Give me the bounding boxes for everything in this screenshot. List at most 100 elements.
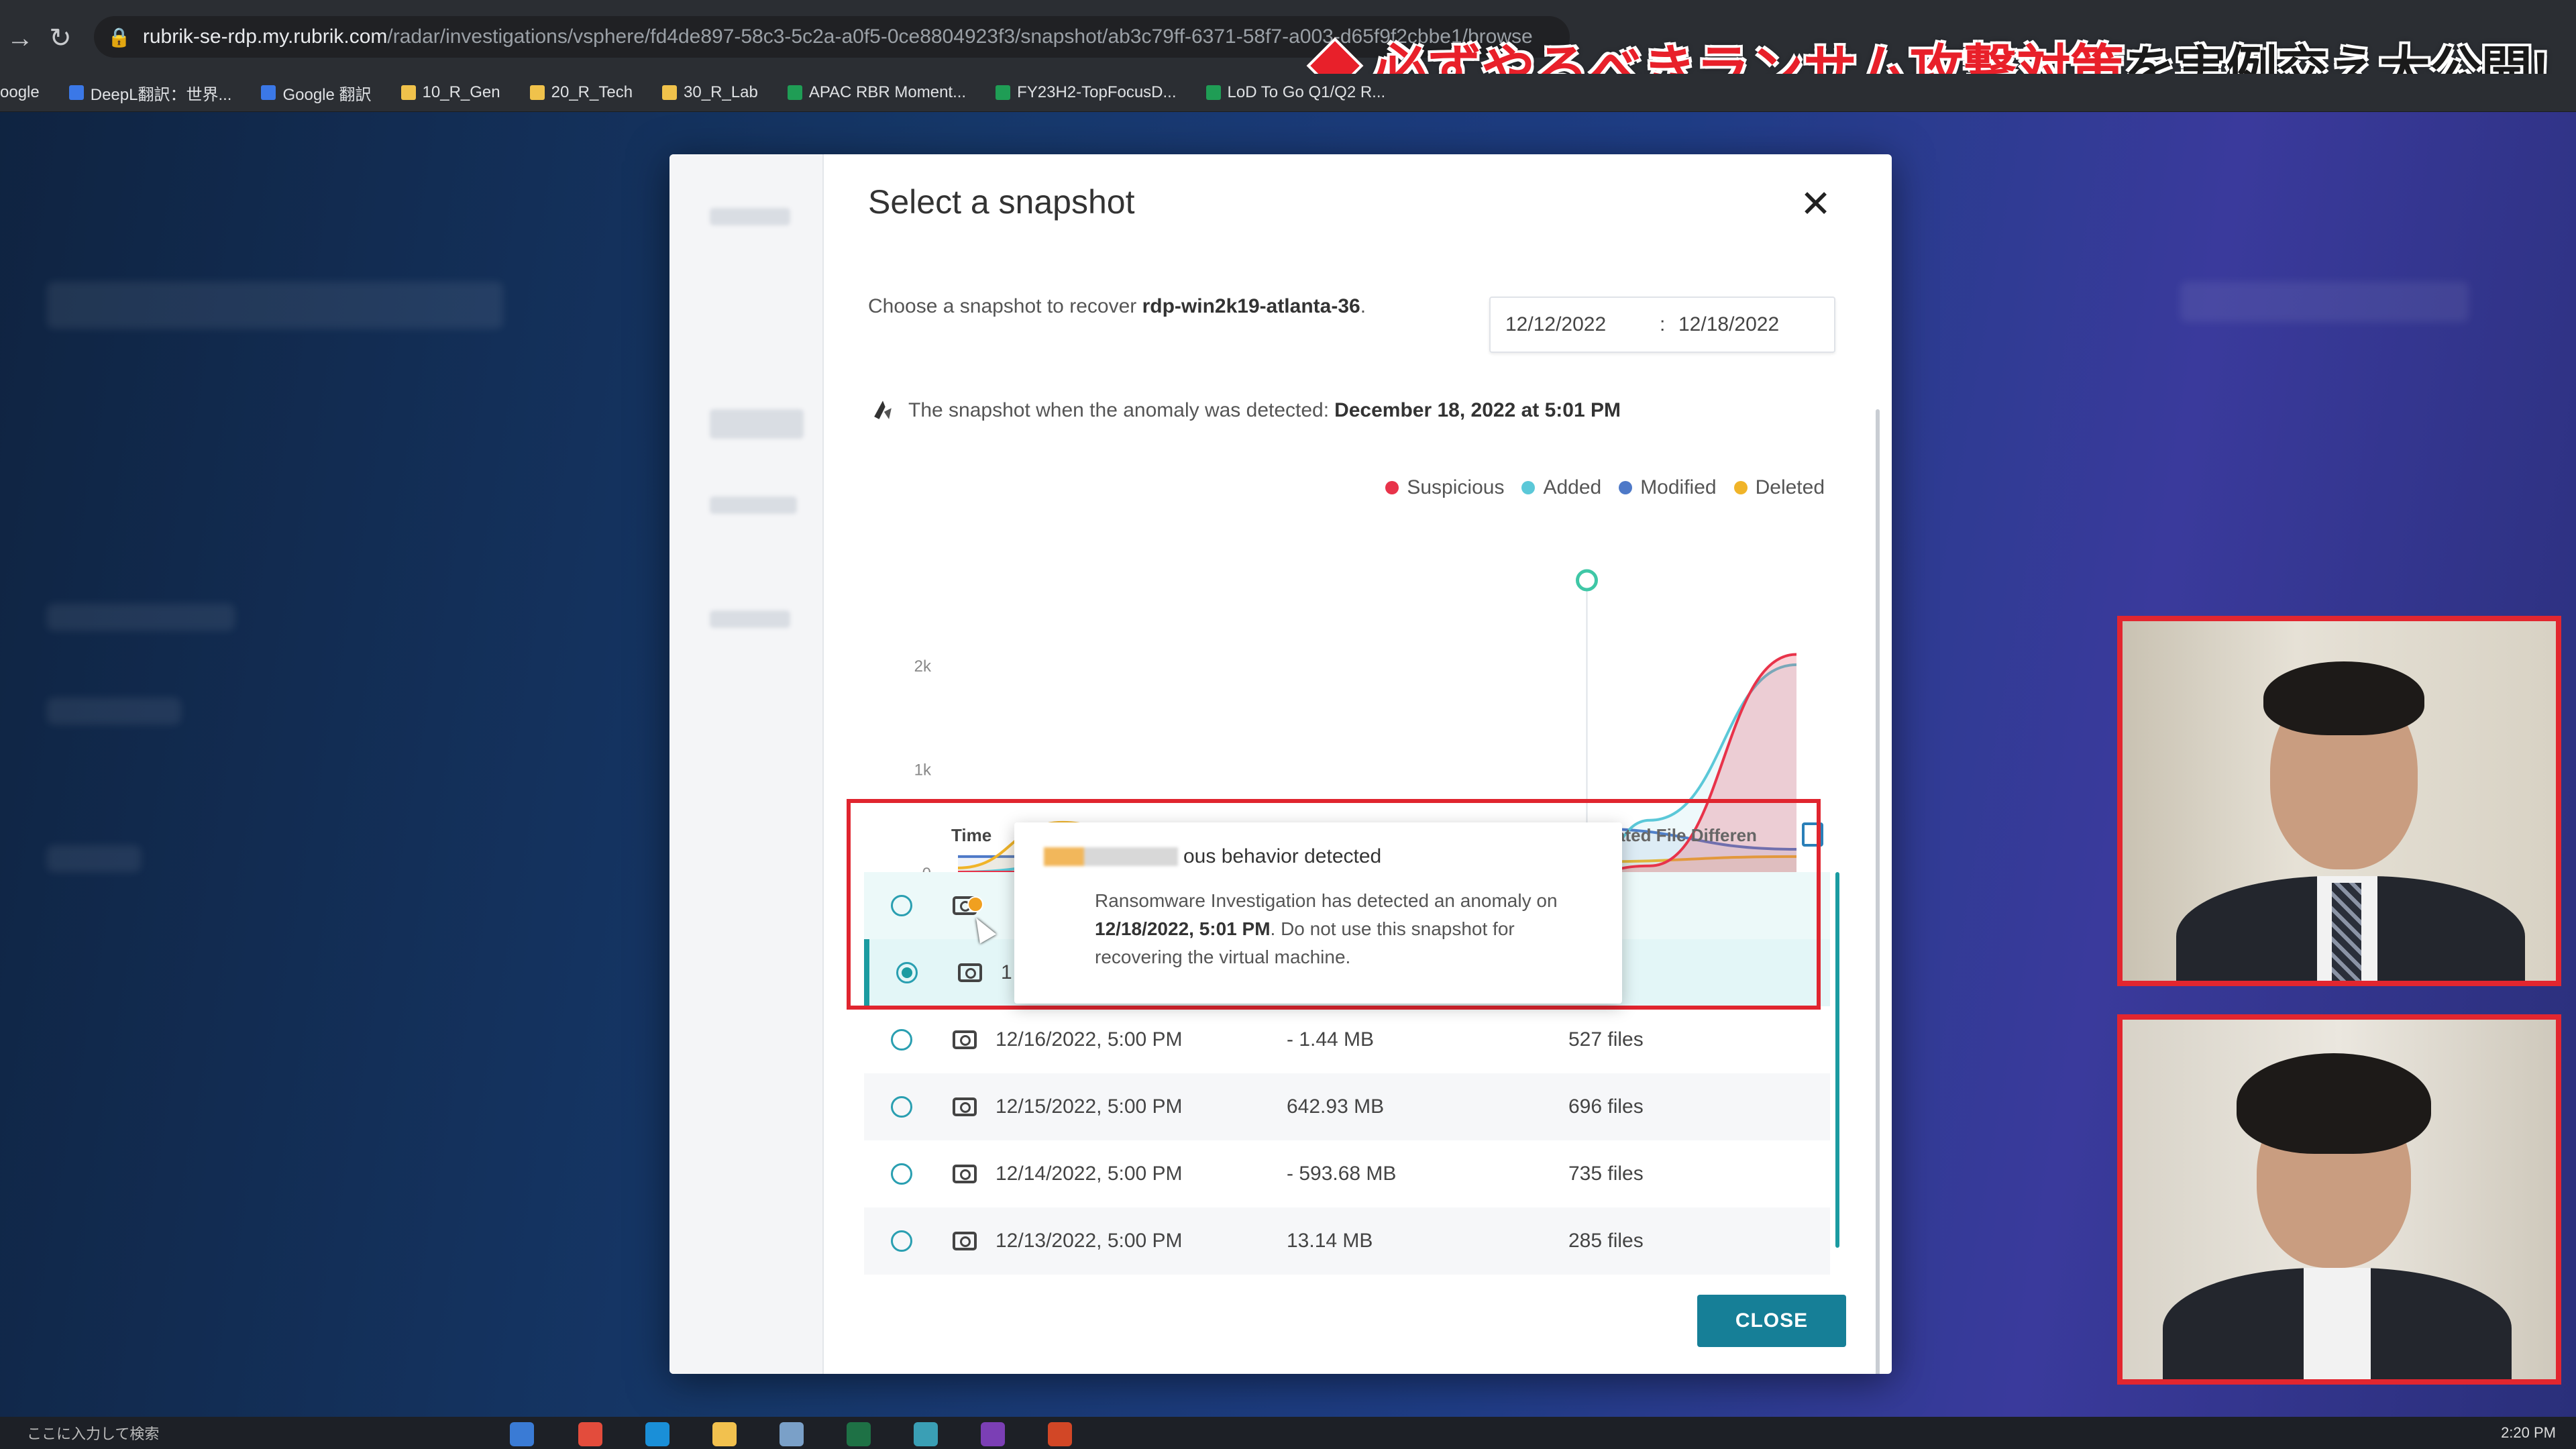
url-host: rubrik-se-rdp.my.rubrik.com	[142, 25, 388, 48]
camera-icon	[953, 1165, 977, 1183]
y-tick-label: 2k	[914, 657, 932, 676]
bookmark[interactable]: Google 翻訳	[261, 81, 372, 105]
reload-icon[interactable]: ↻	[40, 20, 80, 56]
taskbar-search[interactable]: ここに入力して検索	[27, 1422, 159, 1444]
tooltip-body: Ransomware Investigation has detected an…	[1095, 890, 1558, 967]
legend-modified: Modified	[1619, 476, 1717, 499]
bookmark[interactable]: FY23H2-TopFocusD...	[996, 83, 1177, 102]
bookmark[interactable]: LoD To Go Q1/Q2 R...	[1205, 83, 1385, 102]
snapshot-file-count: 285 files	[1568, 1230, 1644, 1252]
snapshot-time: 12/14/2022, 5:00 PM	[996, 1163, 1183, 1185]
background-button	[2180, 282, 2469, 322]
anomaly-marker-icon	[1576, 569, 1598, 592]
bookmark-folder[interactable]: 10_R_Gen	[400, 83, 500, 102]
anomaly-date: December 18, 2022 at 5:01 PM	[1334, 399, 1621, 421]
legend-swatch	[1733, 481, 1748, 494]
blurred-text	[710, 496, 797, 514]
close-button[interactable]: CLOSE	[1697, 1295, 1846, 1347]
webcam-panel-2	[2117, 1014, 2561, 1385]
chart-legend: Suspicious Added Modified Deleted	[1368, 476, 1825, 499]
legend-swatch	[1385, 481, 1399, 494]
edge-icon[interactable]	[645, 1422, 669, 1446]
person-hair	[2263, 661, 2424, 735]
snapshot-radio[interactable]	[891, 1096, 912, 1118]
chrome-icon[interactable]	[578, 1422, 602, 1446]
legend-swatch	[1521, 481, 1536, 494]
vm-name: rdp-win2k19-atlanta-36	[1142, 295, 1360, 317]
modal-title: Select a snapshot	[868, 183, 1135, 221]
anomaly-tooltip: ous behavior detected Ransomware Investi…	[1014, 822, 1622, 1004]
forward-icon[interactable]: →	[0, 20, 40, 56]
camera-icon	[953, 1097, 977, 1116]
blurred-text	[710, 610, 790, 628]
snapshot-file-count: 696 files	[1568, 1095, 1644, 1118]
snapshot-size-diff: - 1.44 MB	[1287, 1028, 1375, 1051]
taskbar-app-icon[interactable]	[510, 1422, 534, 1446]
bookmarks-bar: oogle DeepL翻訳：世界... Google 翻訳 10_R_Gen 2…	[0, 74, 2576, 112]
legend-swatch	[1619, 481, 1633, 494]
camera-icon	[953, 1030, 977, 1049]
modal-scrollbar[interactable]	[1876, 409, 1880, 1374]
snapshot-row[interactable]: 12/13/2022, 5:00 PM 13.14 MB 285 files	[864, 1208, 1830, 1275]
snapshot-row[interactable]: 12/16/2022, 5:00 PM - 1.44 MB 527 files	[864, 1006, 1830, 1073]
browser-toolbar: → ↻ 🔒 rubrik-se-rdp.my.rubrik.com /radar…	[0, 0, 2576, 100]
person-shirt	[2304, 1268, 2371, 1379]
background-nav	[47, 698, 181, 724]
bookmark-folder[interactable]: 30_R_Lab	[662, 83, 758, 102]
taskbar-app-icon[interactable]	[780, 1422, 804, 1446]
folder-icon	[662, 85, 678, 100]
table-scrollbar[interactable]	[1835, 872, 1839, 1248]
recover-subtitle: Choose a snapshot to recover rdp-win2k19…	[868, 295, 1366, 317]
snapshot-file-count: 735 files	[1568, 1163, 1644, 1185]
snapshot-time: 12/16/2022, 5:00 PM	[996, 1028, 1183, 1051]
plus-icon	[787, 85, 802, 100]
background-nav	[47, 604, 235, 631]
google-translate-icon	[261, 85, 276, 100]
person-tie	[2332, 883, 2361, 981]
snapshot-size-diff: - 593.68 MB	[1287, 1163, 1397, 1185]
snapshot-row[interactable]: 12/14/2022, 5:00 PM - 593.68 MB 735 files	[864, 1140, 1830, 1208]
blurred-text	[710, 409, 804, 439]
modal-side-panel	[669, 154, 824, 1374]
taskbar-app-icon[interactable]	[914, 1422, 938, 1446]
date-from[interactable]: 12/12/2022	[1505, 313, 1606, 336]
lock-icon: 🔒	[107, 26, 131, 48]
background-title	[47, 282, 503, 329]
onenote-icon[interactable]	[981, 1422, 1005, 1446]
bookmark-folder[interactable]: 20_R_Tech	[529, 83, 633, 102]
powerpoint-icon[interactable]	[1048, 1422, 1072, 1446]
blurred-text	[710, 208, 790, 225]
excel-icon[interactable]	[847, 1422, 871, 1446]
taskbar-clock: 2:20 PM	[2501, 1424, 2556, 1441]
plus-icon	[996, 85, 1011, 100]
windows-taskbar: ここに入力して検索 2:20 PM	[0, 1417, 2576, 1449]
snapshot-radio[interactable]	[891, 1230, 912, 1252]
snapshot-time: 12/13/2022, 5:00 PM	[996, 1230, 1183, 1252]
date-separator: :	[1660, 313, 1666, 335]
tooltip-title: ous behavior detected	[1044, 845, 1381, 868]
bookmark[interactable]: oogle	[0, 83, 40, 102]
snapshot-size-diff: 642.93 MB	[1287, 1095, 1385, 1118]
background-nav	[47, 845, 141, 872]
file-explorer-icon[interactable]	[712, 1422, 737, 1446]
snapshot-row[interactable]: 12/15/2022, 5:00 PM 642.93 MB 696 files	[864, 1073, 1830, 1140]
snapshot-radio[interactable]	[891, 1029, 912, 1051]
legend-suspicious: Suspicious	[1385, 476, 1504, 499]
snapshot-time: 12/15/2022, 5:00 PM	[996, 1095, 1183, 1118]
person-hair	[2237, 1053, 2431, 1154]
date-to[interactable]: 12/18/2022	[1678, 313, 1779, 336]
snapshot-size-diff: 13.14 MB	[1287, 1230, 1373, 1252]
anomaly-detected-line: The snapshot when the anomaly was detect…	[868, 396, 1621, 425]
legend-added: Added	[1521, 476, 1601, 499]
folder-icon	[529, 85, 545, 100]
snapshot-radio[interactable]	[891, 1163, 912, 1185]
bookmark[interactable]: APAC RBR Moment...	[787, 83, 966, 102]
webcam-panel-1	[2117, 616, 2561, 986]
bookmark[interactable]: DeepL翻訳：世界...	[68, 81, 231, 105]
snapshot-file-count: 527 files	[1568, 1028, 1644, 1051]
close-icon[interactable]: ✕	[1800, 185, 1831, 223]
blurred-label	[1044, 847, 1178, 866]
deepl-icon	[68, 85, 84, 100]
date-range-picker[interactable]: 12/12/2022 : 12/18/2022	[1489, 297, 1835, 353]
anomaly-icon	[874, 400, 892, 419]
